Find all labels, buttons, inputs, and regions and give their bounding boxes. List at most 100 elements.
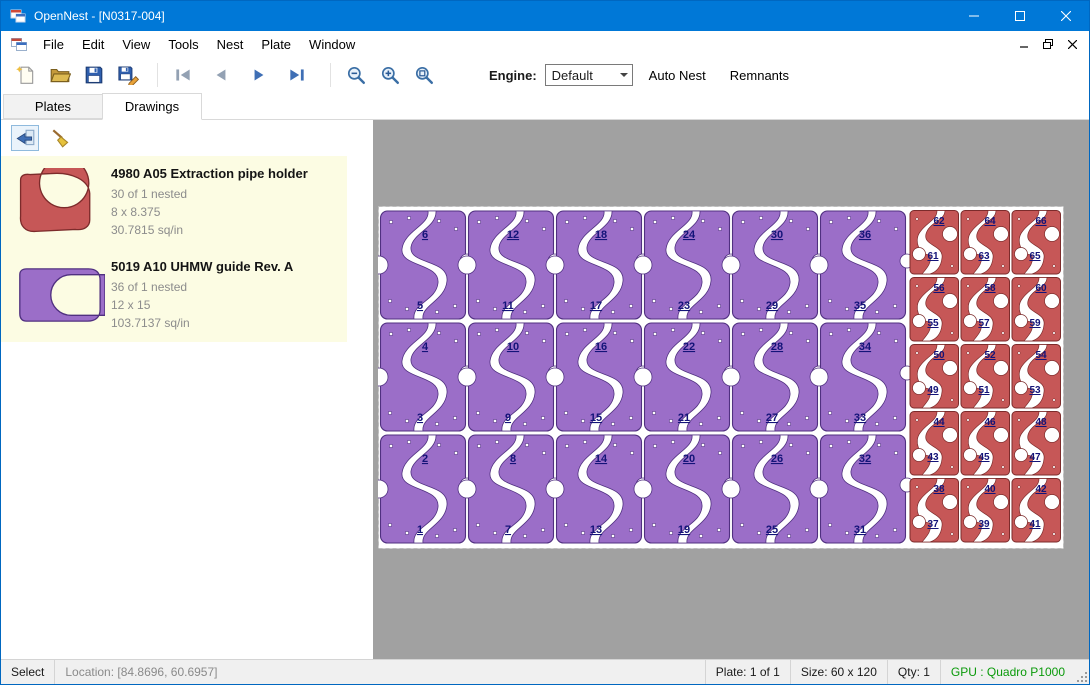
- last-arrow-icon: [287, 65, 307, 85]
- nest-part-cell[interactable]: 4847: [1012, 412, 1061, 476]
- panel-tabstrip: Plates Drawings: [1, 93, 1089, 120]
- svg-text:4: 4: [422, 341, 429, 353]
- status-qty: Qty: 1: [888, 660, 940, 684]
- tab-drawings[interactable]: Drawings: [102, 93, 202, 120]
- mdi-restore-icon: [1043, 39, 1053, 49]
- resize-grip[interactable]: [1075, 660, 1089, 684]
- zoom-fit-button[interactable]: [409, 60, 439, 90]
- previous-plate-button[interactable]: [206, 60, 236, 90]
- import-arrow-icon: [14, 128, 36, 148]
- svg-text:34: 34: [859, 341, 872, 353]
- nest-plate[interactable]: 6512111817242330293635431091615222128273…: [378, 206, 1064, 549]
- drawing-nested-count: 36 of 1 nested: [111, 278, 293, 296]
- drawing-item-extraction-pipe-holder[interactable]: 4980 A05 Extraction pipe holder 30 of 1 …: [1, 156, 347, 249]
- nest-part-cell[interactable]: 3635: [810, 211, 914, 319]
- nest-canvas[interactable]: 6512111817242330293635431091615222128273…: [373, 120, 1089, 659]
- menu-item-edit[interactable]: Edit: [73, 33, 113, 56]
- broom-icon: [50, 128, 72, 148]
- nest-part-cell[interactable]: 4443: [910, 412, 959, 476]
- drawing-size: 12 x 15: [111, 296, 293, 314]
- nest-part-cell[interactable]: 6463: [961, 211, 1010, 275]
- svg-text:42: 42: [1035, 484, 1047, 495]
- purple-part-shape-icon: [13, 265, 105, 325]
- svg-text:36: 36: [859, 229, 871, 241]
- svg-text:9: 9: [505, 412, 511, 424]
- menu-item-view[interactable]: View: [113, 33, 159, 56]
- status-mode: Select: [1, 660, 54, 684]
- maximize-button[interactable]: [997, 1, 1043, 31]
- nest-part-cell[interactable]: 3231: [810, 435, 914, 543]
- close-button[interactable]: [1043, 1, 1089, 31]
- new-button[interactable]: [11, 60, 41, 90]
- tab-plates[interactable]: Plates: [3, 94, 103, 119]
- svg-text:7: 7: [505, 524, 511, 536]
- svg-text:20: 20: [683, 453, 695, 465]
- nest-part-cell[interactable]: 4039: [961, 479, 1010, 543]
- previous-arrow-icon: [211, 65, 231, 85]
- nest-part-cell[interactable]: 38 37: [910, 479, 959, 543]
- menu-item-tools[interactable]: Tools: [159, 33, 207, 56]
- nest-part-cell[interactable]: 4241: [1012, 479, 1061, 543]
- svg-text:32: 32: [859, 453, 871, 465]
- svg-text:17: 17: [590, 300, 602, 312]
- drawing-list: 4980 A05 Extraction pipe holder 30 of 1 …: [1, 156, 347, 342]
- nest-part-cell[interactable]: 5049: [910, 345, 959, 409]
- main-toolbar: Engine: Default Auto Nest Remnants: [1, 57, 1089, 93]
- save-as-button[interactable]: [113, 60, 143, 90]
- svg-text:21: 21: [678, 412, 690, 424]
- svg-text:62: 62: [933, 216, 945, 227]
- nest-part-cell[interactable]: 5655: [910, 278, 959, 342]
- new-file-icon: [16, 65, 36, 85]
- zoom-out-button[interactable]: [341, 60, 371, 90]
- svg-text:45: 45: [978, 452, 990, 463]
- svg-text:2: 2: [422, 453, 428, 465]
- red-part-shape-icon: [13, 168, 103, 236]
- menu-item-plate[interactable]: Plate: [252, 33, 300, 56]
- menu-item-file[interactable]: File: [34, 33, 73, 56]
- zoom-in-button[interactable]: [375, 60, 405, 90]
- svg-text:1: 1: [417, 524, 423, 536]
- nest-part-cell[interactable]: 3433: [810, 323, 914, 431]
- first-plate-button[interactable]: [168, 60, 198, 90]
- title-bar: OpenNest - [N0317-004]: [1, 1, 1089, 31]
- clear-drawings-button[interactable]: [47, 125, 75, 151]
- save-button[interactable]: [79, 60, 109, 90]
- svg-text:13: 13: [590, 524, 602, 536]
- mdi-close-button[interactable]: [1063, 36, 1081, 52]
- mdi-caption-buttons: [1015, 36, 1089, 52]
- nest-part-cell[interactable]: 6059: [1012, 278, 1061, 342]
- remnants-button[interactable]: Remnants: [722, 62, 797, 89]
- nest-part-cell[interactable]: 6261: [910, 211, 959, 275]
- drawing-item-uhmw-guide[interactable]: 5019 A10 UHMW guide Rev. A 36 of 1 neste…: [1, 249, 347, 342]
- drawing-nested-count: 30 of 1 nested: [111, 185, 308, 203]
- svg-text:37: 37: [927, 519, 939, 530]
- chevron-down-icon: [616, 65, 632, 85]
- drawings-panel-toolbar: [1, 120, 373, 156]
- engine-combobox[interactable]: Default: [545, 64, 633, 86]
- mdi-minimize-button[interactable]: [1015, 36, 1033, 52]
- minimize-button[interactable]: [951, 1, 997, 31]
- open-button[interactable]: [45, 60, 75, 90]
- svg-text:14: 14: [595, 453, 608, 465]
- svg-text:3: 3: [417, 412, 423, 424]
- mdi-restore-button[interactable]: [1039, 36, 1057, 52]
- menu-item-window[interactable]: Window: [300, 33, 364, 56]
- toolbar-separator: [330, 63, 331, 87]
- nest-part-cell[interactable]: 6665: [1012, 211, 1061, 275]
- nest-part-cell[interactable]: 5453: [1012, 345, 1061, 409]
- import-drawing-button[interactable]: [11, 125, 39, 151]
- svg-text:38: 38: [933, 484, 945, 495]
- last-plate-button[interactable]: [282, 60, 312, 90]
- svg-text:56: 56: [933, 283, 945, 294]
- zoom-in-icon: [380, 65, 400, 85]
- menu-item-nest[interactable]: Nest: [208, 33, 253, 56]
- auto-nest-button[interactable]: Auto Nest: [641, 62, 714, 89]
- svg-text:49: 49: [927, 385, 939, 396]
- nest-part-cell[interactable]: 5251: [961, 345, 1010, 409]
- maximize-icon: [1015, 11, 1025, 21]
- nest-part-cell[interactable]: 5857: [961, 278, 1010, 342]
- svg-text:6: 6: [422, 229, 428, 241]
- next-plate-button[interactable]: [244, 60, 274, 90]
- nest-part-cell[interactable]: 4645: [961, 412, 1010, 476]
- zoom-fit-icon: [414, 65, 434, 85]
